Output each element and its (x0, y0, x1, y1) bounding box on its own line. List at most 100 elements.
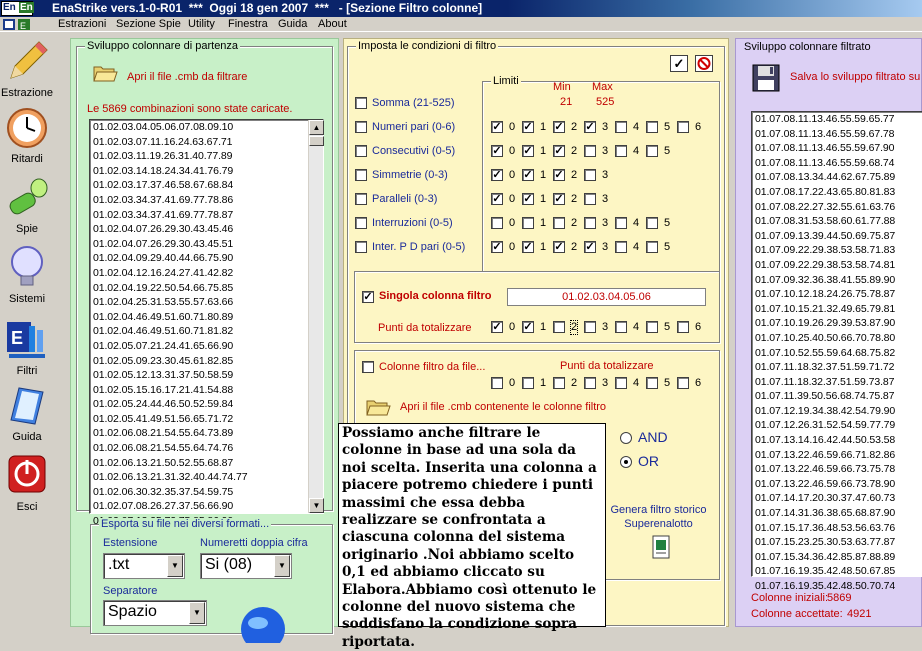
list-item[interactable]: 01.07.10.25.40.50.66.70.78.80 (752, 331, 922, 346)
list-item[interactable]: 01.07.14.31.36.38.65.68.87.90 (752, 506, 922, 521)
option-checkbox[interactable] (646, 377, 658, 389)
list-item[interactable]: 01.07.08.11.13.46.55.59.67.78 (752, 127, 922, 142)
list-item[interactable]: 01.02.03.04.05.06.07.08.09.10 (90, 120, 323, 135)
list-item[interactable]: 01.07.10.52.55.59.64.68.75.82 (752, 346, 922, 361)
list-item[interactable]: 01.07.15.17.36.48.53.56.63.76 (752, 521, 922, 536)
menu-guida[interactable]: Guida (278, 17, 307, 32)
list-item[interactable]: 01.07.08.11.13.46.55.59.65.77 (752, 112, 922, 127)
list-item[interactable]: 01.02.04.46.49.51.60.71.80.89 (90, 310, 323, 325)
list-item[interactable]: 01.07.08.22.27.32.55.61.63.76 (752, 200, 922, 215)
list-item[interactable]: 01.07.15.23.25.30.53.63.77.87 (752, 535, 922, 550)
menu-finestra[interactable]: Finestra (228, 17, 268, 32)
list-item[interactable]: 01.02.07.08.26.27.37.56.66.90 (90, 499, 323, 514)
and-radio[interactable] (620, 432, 632, 444)
option-checkbox[interactable]: ✓ (522, 169, 534, 181)
option-checkbox[interactable] (553, 217, 565, 229)
option-checkbox[interactable]: ✓ (553, 145, 565, 157)
list-item[interactable]: 01.07.08.11.13.46.55.59.68.74 (752, 156, 922, 171)
list-item[interactable]: 01.02.03.14.18.24.34.41.76.79 (90, 164, 323, 179)
numeretti-select[interactable]: Si (08) ▼ (200, 553, 292, 579)
filter-checkbox[interactable] (355, 121, 367, 133)
list-item[interactable]: 01.02.05.07.21.24.41.65.66.90 (90, 339, 323, 354)
option-checkbox[interactable]: ✓ (522, 241, 534, 253)
source-list[interactable]: 01.02.03.04.05.06.07.08.09.10 01.02.03.07… (89, 119, 324, 527)
open-columns-file-label[interactable]: Apri il file .cmb contenente le colonne … (400, 401, 606, 414)
list-item[interactable]: 01.02.04.19.22.50.54.66.75.85 (90, 281, 323, 296)
option-checkbox[interactable]: ✓ (522, 145, 534, 157)
toolbar-esci-button[interactable]: Esci (0, 452, 54, 513)
filter-checkbox[interactable] (355, 145, 367, 157)
option-checkbox[interactable] (522, 377, 534, 389)
list-item[interactable]: 01.02.03.11.19.26.31.40.77.89 (90, 149, 323, 164)
mdi-window-icon[interactable]: E (2, 18, 38, 31)
option-checkbox[interactable]: ✓ (491, 145, 503, 157)
chevron-down-icon[interactable]: ▼ (189, 602, 205, 624)
list-item[interactable]: 01.02.06.13.21.50.52.55.68.87 (90, 456, 323, 471)
save-filtered-label[interactable]: Salva lo sviluppo filtrato su (790, 71, 920, 84)
toolbar-sistemi-button[interactable]: Sistemi (0, 244, 54, 305)
source-scrollbar[interactable]: ▲ ▼ (308, 120, 324, 513)
menu-sezione-spie[interactable]: Sezione Spie (116, 17, 181, 32)
list-item[interactable]: 01.07.12.26.31.52.54.59.77.79 (752, 418, 922, 433)
option-checkbox[interactable] (646, 121, 658, 133)
option-checkbox[interactable]: ✓ (553, 121, 565, 133)
document-icon[interactable] (651, 534, 673, 560)
filter-checkbox[interactable] (355, 97, 367, 109)
list-item[interactable]: 01.07.08.31.53.58.60.61.77.88 (752, 214, 922, 229)
option-checkbox[interactable]: ✓ (491, 193, 503, 205)
list-item[interactable]: 01.07.10.19.26.29.39.53.87.90 (752, 316, 922, 331)
list-item[interactable]: 01.02.03.34.37.41.69.77.78.86 (90, 193, 323, 208)
list-item[interactable]: 01.07.15.34.36.42.85.87.88.89 (752, 550, 922, 565)
option-checkbox[interactable]: ✓ (491, 121, 503, 133)
option-checkbox[interactable] (646, 241, 658, 253)
option-checkbox[interactable] (584, 377, 596, 389)
open-file-label[interactable]: Apri il file .cmb da filtrare (127, 71, 247, 84)
list-item[interactable]: 01.07.09.22.29.38.53.58.71.83 (752, 243, 922, 258)
list-item[interactable]: 01.07.08.11.13.46.55.59.67.90 (752, 141, 922, 156)
filter-checkbox[interactable] (355, 217, 367, 229)
list-item[interactable]: 01.07.12.19.34.38.42.54.79.90 (752, 404, 922, 419)
menu-estrazioni[interactable]: Estrazioni (58, 17, 106, 32)
single-column-input[interactable]: 01.02.03.04.05.06 (507, 288, 706, 306)
list-item[interactable]: 01.07.09.13.39.44.50.69.75.87 (752, 229, 922, 244)
option-checkbox[interactable]: ✓ (522, 121, 534, 133)
list-item[interactable]: 01.02.03.07.11.16.24.63.67.71 (90, 135, 323, 150)
filtered-list[interactable]: 01.07.08.11.13.46.55.59.65.77 01.07.08.11… (751, 111, 922, 592)
list-item[interactable]: 01.07.13.22.46.59.66.73.75.78 (752, 462, 922, 477)
option-checkbox[interactable] (522, 217, 534, 229)
list-item[interactable]: 01.02.04.12.16.24.27.41.42.82 (90, 266, 323, 281)
list-item[interactable]: 01.02.05.24.44.46.50.52.59.84 (90, 397, 323, 412)
chevron-down-icon[interactable]: ▼ (167, 555, 183, 577)
file-columns-checkbox[interactable] (362, 361, 374, 373)
list-item[interactable]: 01.02.04.07.26.29.30.43.45.46 (90, 222, 323, 237)
list-item[interactable]: 01.02.03.17.37.46.58.67.68.84 (90, 178, 323, 193)
list-item[interactable]: 01.07.08.17.22.43.65.80.81.83 (752, 185, 922, 200)
list-item[interactable]: 01.02.06.13.21.31.32.40.44.74.77 (90, 470, 323, 485)
option-checkbox[interactable] (584, 321, 596, 333)
option-checkbox[interactable] (677, 321, 689, 333)
option-checkbox[interactable] (646, 217, 658, 229)
scroll-up-icon[interactable]: ▲ (309, 120, 324, 135)
toolbar-guida-button[interactable]: Guida (0, 382, 54, 443)
list-item[interactable]: 01.07.11.18.32.37.51.59.73.87 (752, 375, 922, 390)
option-checkbox[interactable]: ✓ (553, 241, 565, 253)
list-item[interactable]: 01.07.11.18.32.37.51.59.71.72 (752, 360, 922, 375)
option-checkbox[interactable] (646, 321, 658, 333)
option-checkbox[interactable] (553, 377, 565, 389)
filter-checkbox[interactable] (355, 193, 367, 205)
list-item[interactable]: 01.02.04.07.26.29.30.43.45.51 (90, 237, 323, 252)
option-checkbox[interactable] (584, 193, 596, 205)
option-checkbox[interactable] (677, 377, 689, 389)
option-checkbox[interactable] (491, 377, 503, 389)
option-checkbox[interactable] (584, 145, 596, 157)
check-all-button[interactable]: ✓ (670, 55, 688, 72)
or-radio[interactable] (620, 456, 632, 468)
list-item[interactable]: 01.07.09.32.36.38.41.55.89.90 (752, 273, 922, 288)
filter-checkbox[interactable] (355, 169, 367, 181)
list-item[interactable]: 01.02.06.30.32.35.37.54.59.75 (90, 485, 323, 500)
list-item[interactable]: 01.07.14.17.20.30.37.47.60.73 (752, 491, 922, 506)
option-checkbox[interactable]: ✓ (584, 241, 596, 253)
option-checkbox[interactable] (615, 321, 627, 333)
scroll-thumb[interactable] (309, 136, 324, 146)
separator-select[interactable]: Spazio ▼ (103, 600, 207, 626)
